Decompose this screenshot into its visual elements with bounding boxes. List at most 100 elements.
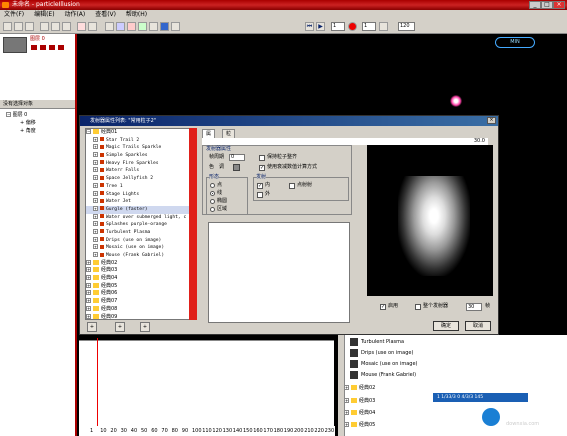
add-child-button[interactable]: + bbox=[140, 322, 150, 332]
tree-layer[interactable]: − 图层 0 bbox=[6, 112, 27, 119]
library-folder[interactable]: + 经典05 bbox=[344, 420, 375, 431]
library-folder[interactable]: + 经典02 bbox=[344, 383, 375, 394]
library-item[interactable]: Turbulent Plasma bbox=[350, 337, 404, 348]
emitter-sparkle[interactable] bbox=[450, 95, 462, 107]
tree-scrollbar[interactable] bbox=[189, 128, 197, 320]
collapse-icon[interactable]: − bbox=[86, 129, 91, 134]
paste-icon[interactable] bbox=[62, 22, 71, 31]
record-icon[interactable] bbox=[348, 22, 357, 31]
expand-icon[interactable]: + bbox=[93, 190, 98, 196]
menu-edit[interactable]: 编辑(E) bbox=[30, 10, 58, 20]
tree-root[interactable]: − 经典01 bbox=[86, 129, 196, 137]
expand-icon[interactable]: + bbox=[86, 290, 91, 296]
shape-radio-line[interactable] bbox=[210, 191, 215, 196]
keep-order-checkbox[interactable] bbox=[259, 155, 265, 161]
emit-inside-checkbox[interactable]: ✓ bbox=[257, 183, 263, 189]
expand-icon[interactable]: + bbox=[93, 221, 98, 227]
close-button[interactable]: × bbox=[553, 1, 565, 9]
library-item[interactable]: Mouse (Frank Gabriel) bbox=[350, 370, 416, 381]
expand-icon[interactable]: + bbox=[93, 236, 98, 242]
menu-help[interactable]: 帮助(H) bbox=[122, 10, 151, 20]
expand-icon[interactable]: + bbox=[93, 244, 98, 250]
expand-icon[interactable]: + bbox=[93, 159, 98, 165]
point-emit-checkbox[interactable] bbox=[289, 183, 295, 189]
layer-thumbnail[interactable] bbox=[3, 37, 27, 53]
emitter-tree-item[interactable]: + Turbulent Plasma bbox=[86, 228, 196, 237]
menu-action[interactable]: 动作(A) bbox=[60, 10, 89, 20]
expand-icon[interactable]: + bbox=[93, 175, 98, 181]
emitter-tree-item[interactable]: + Stage Lights bbox=[86, 190, 196, 199]
add-emitter-button[interactable]: + bbox=[115, 322, 125, 332]
rewind-icon[interactable]: ⏮ bbox=[305, 22, 314, 31]
emitter-tree-item[interactable]: + Mouse (Frank Gabriel) bbox=[86, 252, 196, 260]
emitter-tree-item[interactable]: + Tree 1 bbox=[86, 182, 196, 191]
fps-field[interactable]: 120 bbox=[398, 22, 415, 31]
expand-icon[interactable]: + bbox=[93, 136, 98, 142]
emitter-tree-item[interactable]: + Magic Trails Sparkle bbox=[86, 144, 196, 152]
expand-icon[interactable]: + bbox=[86, 267, 91, 273]
expand-icon[interactable]: + bbox=[86, 275, 91, 281]
preview-frames-field[interactable]: 30 bbox=[466, 303, 482, 311]
frame-field[interactable]: 1 bbox=[331, 22, 345, 31]
expand-icon[interactable]: + bbox=[86, 259, 91, 265]
menu-view[interactable]: 查看(V) bbox=[91, 10, 120, 20]
image-tool-icon[interactable] bbox=[160, 22, 169, 31]
emitter-tree[interactable]: − 经典01 + Star Trail 2 + Magic Trails Sparkle… bbox=[85, 128, 197, 320]
emitter-tree-item[interactable]: + Mosaic (use on image) bbox=[86, 244, 196, 252]
tree-angle[interactable]: + 角度 bbox=[20, 128, 36, 135]
expand-icon[interactable]: + bbox=[86, 282, 91, 288]
dialog-close-button[interactable]: × bbox=[487, 117, 496, 124]
zoom-tool-icon[interactable] bbox=[171, 22, 180, 31]
emitter-tree-item[interactable]: + Star Trail 2 bbox=[86, 136, 196, 145]
cancel-button[interactable]: 取消 bbox=[465, 321, 491, 331]
enable-checkbox[interactable]: ✓ bbox=[380, 304, 386, 310]
emitter-tree-item[interactable]: + Waterr Falls bbox=[86, 167, 196, 175]
emitter-tree-folder[interactable]: + 经典06 bbox=[86, 290, 196, 298]
add-folder-button[interactable]: + bbox=[87, 322, 97, 332]
emitter-tree-item[interactable]: + Drips (use on image) bbox=[86, 236, 196, 245]
shape-radio-ellipse[interactable] bbox=[210, 199, 215, 204]
expand-icon[interactable]: + bbox=[86, 313, 91, 319]
expand-icon[interactable]: + bbox=[93, 205, 98, 211]
open-icon[interactable] bbox=[14, 22, 23, 31]
ok-button[interactable]: 确定 bbox=[433, 321, 459, 331]
expand-icon[interactable]: + bbox=[93, 228, 98, 234]
blocker-tool-icon[interactable] bbox=[138, 22, 147, 31]
expand-icon[interactable]: + bbox=[93, 167, 98, 173]
emitter-tree-folder[interactable]: + 经典07 bbox=[86, 298, 196, 306]
save-icon[interactable] bbox=[25, 22, 34, 31]
expand-icon[interactable]: + bbox=[93, 182, 98, 188]
emitter-tree-item[interactable]: + Splashes purple-orange bbox=[86, 221, 196, 229]
tab-particles[interactable]: 粒子 bbox=[222, 129, 236, 145]
expand-icon[interactable]: + bbox=[86, 298, 91, 304]
frames-field[interactable]: 0 bbox=[229, 154, 245, 161]
playhead[interactable] bbox=[97, 338, 98, 426]
emitter-tool-icon[interactable] bbox=[116, 22, 125, 31]
pointer-icon[interactable] bbox=[105, 22, 114, 31]
shape-radio-area[interactable] bbox=[210, 207, 215, 212]
play-icon[interactable]: ▶ bbox=[316, 22, 325, 31]
emitter-tree-item[interactable]: + Space Jellyfish 2 bbox=[86, 175, 196, 183]
emitter-tree-item[interactable]: + Water over submerged light, c bbox=[86, 213, 196, 222]
mask-icon[interactable] bbox=[49, 45, 55, 50]
expand-icon[interactable]: + bbox=[93, 252, 98, 257]
loop-icon[interactable] bbox=[379, 22, 388, 31]
emitter-tree-item[interactable]: + Heavy Fire Sparkles bbox=[86, 159, 196, 168]
library-folder[interactable]: + 经典03 bbox=[344, 396, 375, 407]
attenuate-checkbox[interactable]: ✓ bbox=[259, 165, 265, 171]
emitter-tree-item[interactable]: + Gurgle (faster) bbox=[86, 205, 196, 214]
expand-icon[interactable]: + bbox=[93, 198, 98, 204]
timeline[interactable] bbox=[79, 340, 334, 436]
emitter-tree-item[interactable]: + Water Jet bbox=[86, 198, 196, 206]
emitter-count-field[interactable]: 1 bbox=[362, 22, 376, 31]
description-textarea[interactable] bbox=[208, 222, 350, 323]
menu-file[interactable]: 文件(F) bbox=[0, 10, 28, 20]
undo-icon[interactable] bbox=[77, 22, 86, 31]
expand-icon[interactable]: + bbox=[93, 152, 98, 158]
redo-icon[interactable] bbox=[88, 22, 97, 31]
color-swatch[interactable] bbox=[233, 164, 240, 171]
shape-radio-point[interactable] bbox=[210, 183, 215, 188]
stage-view[interactable] bbox=[81, 34, 331, 118]
cut-icon[interactable] bbox=[40, 22, 49, 31]
expand-icon[interactable]: + bbox=[93, 144, 98, 150]
